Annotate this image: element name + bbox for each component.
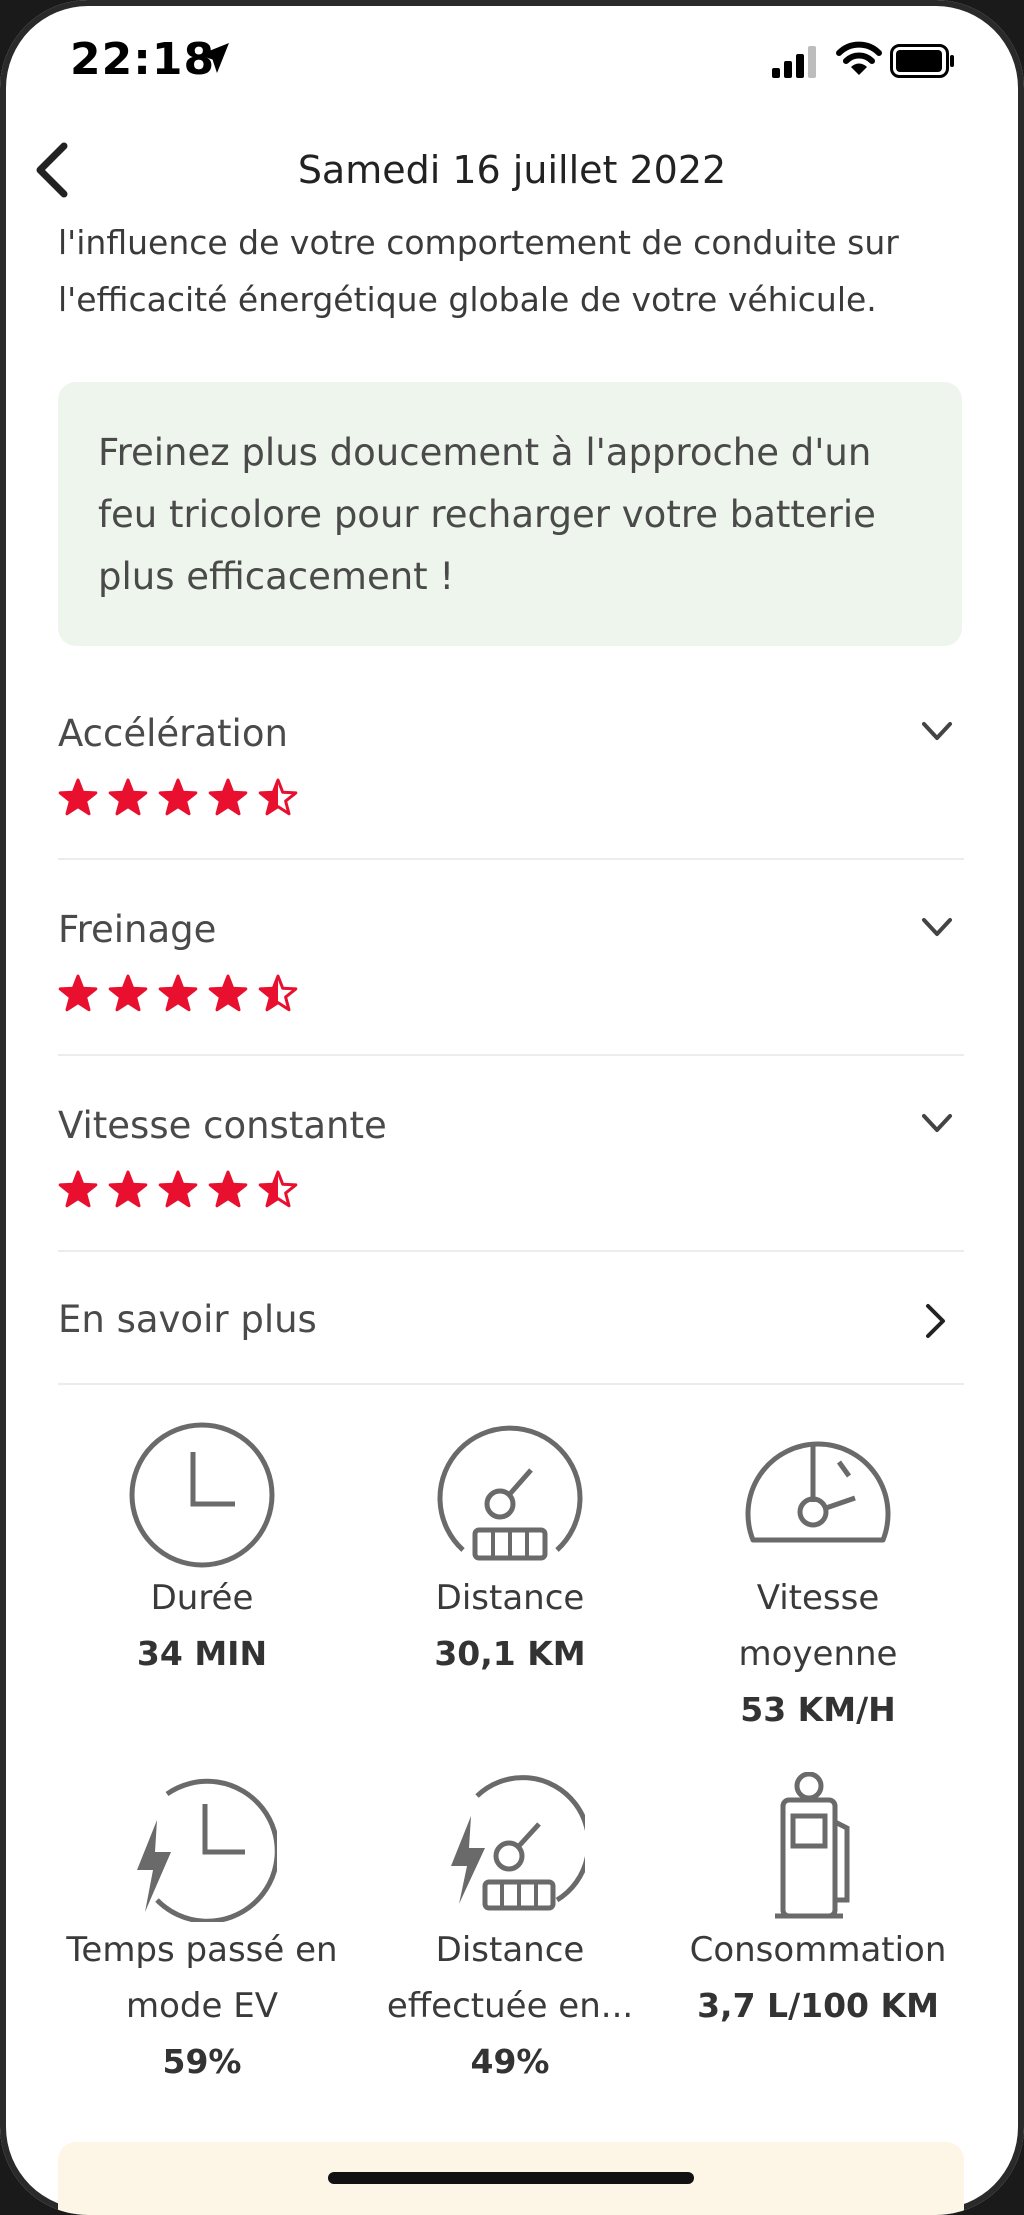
star-half-icon: [258, 974, 298, 1012]
star-full-icon: [108, 1170, 148, 1208]
intro-text: l'influence de votre comportement de con…: [58, 223, 899, 319]
tip-text: Freinez plus doucement à l'approche d'un…: [98, 431, 876, 598]
rating-row-acceleration[interactable]: Accélération: [58, 712, 964, 832]
chevron-down-icon[interactable]: [920, 1112, 954, 1136]
stat-caption: Temps passé en mode EV: [66, 1930, 338, 2026]
stat-caption: Distance: [435, 1578, 585, 1618]
status-time: 22:18: [70, 34, 216, 85]
star-full-icon: [158, 778, 198, 816]
stat-value: 30,1 KM: [434, 1634, 586, 1673]
rating-label: Accélération: [58, 712, 288, 755]
star-half-icon: [258, 1170, 298, 1208]
stat-distance: Distance 30,1 KM: [360, 1420, 660, 1682]
star-full-icon: [158, 1170, 198, 1208]
stat-caption: Consommation: [689, 1930, 947, 1970]
wifi-icon: [836, 41, 882, 75]
stat-ev-time: Temps passé en mode EV 59%: [52, 1772, 352, 2090]
ev-clock-icon: [137, 1778, 277, 1922]
cellular-signal-icon: [772, 46, 816, 78]
stat-value: 34 MIN: [136, 1634, 268, 1673]
chevron-right-icon: [926, 1304, 945, 1338]
rating-row-braking[interactable]: Freinage: [58, 908, 964, 1028]
stat-caption: Durée: [150, 1578, 254, 1618]
star-rating: [58, 778, 308, 822]
stat-value: 53 KM/H: [740, 1690, 896, 1729]
star-half-icon: [258, 778, 298, 816]
stat-caption: Distance effectuée en...: [386, 1930, 634, 2026]
star-full-icon: [208, 1170, 248, 1208]
speedometer-icon: [745, 1441, 891, 1543]
clock-icon: [129, 1422, 275, 1568]
phone-screen: 22:18 Samedi 16 juillet 2022 l'influence…: [0, 0, 1024, 2215]
chevron-down-icon[interactable]: [920, 916, 954, 940]
page-title: Samedi 16 juillet 2022: [297, 148, 727, 192]
learn-more-label: En savoir plus: [58, 1298, 317, 1341]
star-full-icon: [58, 778, 98, 816]
star-rating: [58, 1170, 308, 1214]
ev-odometer-icon: [451, 1775, 585, 1911]
stat-average-speed: Vitesse moyenne 53 KM/H: [668, 1420, 968, 1738]
chevron-down-icon[interactable]: [920, 720, 954, 744]
home-indicator: [328, 2172, 694, 2184]
tip-card: Freinez plus doucement à l'approche d'un…: [58, 382, 962, 646]
divider: [58, 1250, 964, 1252]
star-full-icon: [158, 974, 198, 1012]
stat-duration: Durée 34 MIN: [52, 1420, 352, 1682]
star-full-icon: [58, 974, 98, 1012]
stat-value: 49%: [470, 2042, 550, 2081]
odometer-icon: [437, 1425, 583, 1561]
rating-label: Vitesse constante: [58, 1104, 387, 1147]
divider: [58, 1383, 964, 1385]
fuel-pump-icon: [775, 1772, 850, 1919]
rating-row-constant-speed[interactable]: Vitesse constante: [58, 1104, 964, 1224]
status-bar: 22:18: [0, 0, 1024, 120]
star-rating: [58, 974, 308, 1018]
stat-value: 59%: [162, 2042, 242, 2081]
stat-consumption: Consommation 3,7 L/100 KM: [668, 1772, 968, 2034]
stat-caption: Vitesse moyenne: [738, 1578, 898, 1674]
location-arrow-icon: [199, 43, 229, 73]
rating-label: Freinage: [58, 908, 217, 951]
star-full-icon: [58, 1170, 98, 1208]
star-full-icon: [108, 974, 148, 1012]
learn-more-link[interactable]: En savoir plus: [58, 1290, 964, 1350]
nav-bar: Samedi 16 juillet 2022: [0, 130, 1024, 210]
stat-value: 3,7 L/100 KM: [697, 1986, 939, 2025]
star-full-icon: [108, 778, 148, 816]
star-full-icon: [208, 778, 248, 816]
divider: [58, 1054, 964, 1056]
star-full-icon: [208, 974, 248, 1012]
stat-ev-distance: Distance effectuée en... 49%: [360, 1772, 660, 2090]
battery-icon: [890, 44, 954, 78]
divider: [58, 858, 964, 860]
